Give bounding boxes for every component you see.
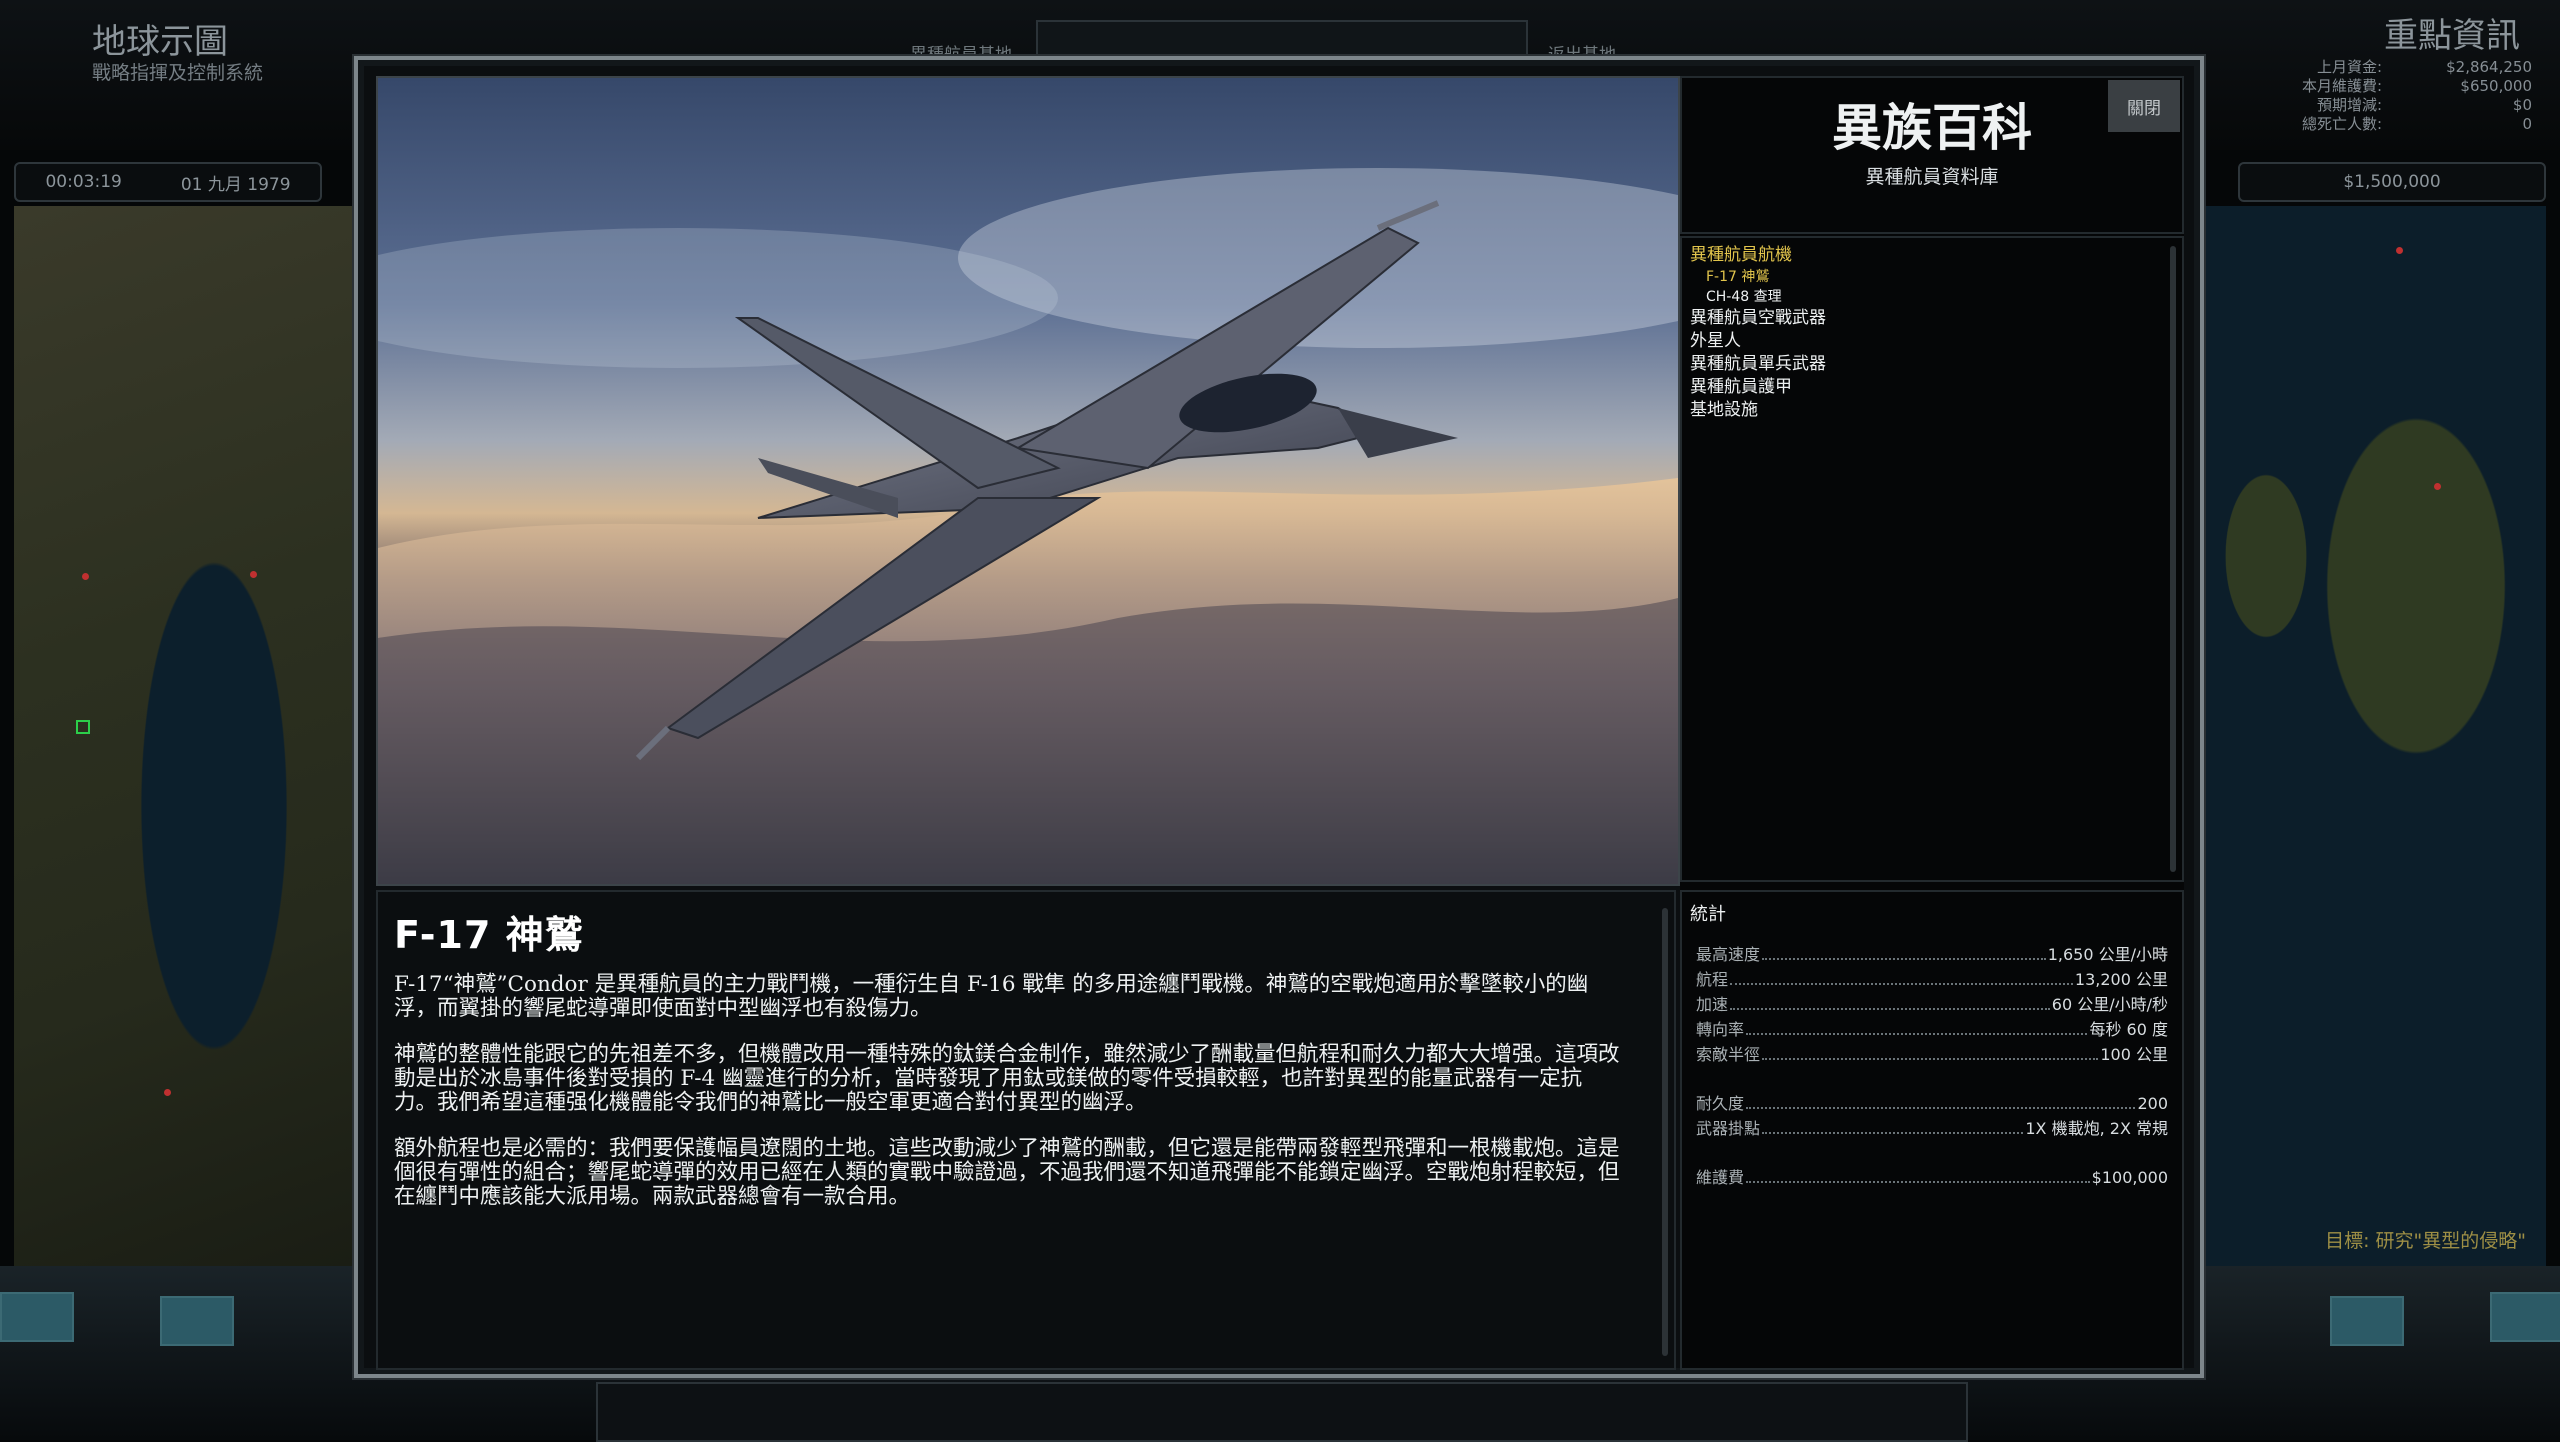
stat-row: 耐久度 200 <box>1696 1094 2168 1113</box>
category-tree: 異種航員航機 F-17 神鷲 CH-48 查理 異種航員空戰武器 外星人 異種航… <box>1680 236 2184 882</box>
hud-subtitle: 戰略指揮及控制系統 <box>92 62 264 84</box>
console-screen <box>2330 1296 2404 1346</box>
map-marker[interactable] <box>164 1086 175 1099</box>
tree-entry-ch48-charlie[interactable]: CH-48 查理 <box>1690 287 2174 307</box>
description-panel: F-17 神鷲 F-17“神鷲”Condor 是異種航員的主力戰鬥機，一種衍生自… <box>376 890 1676 1370</box>
tree-scrollbar[interactable] <box>2170 246 2176 872</box>
hud-title: 地球示圖 <box>92 22 228 62</box>
map-marker[interactable] <box>82 570 93 583</box>
console-screen <box>0 1292 74 1342</box>
description-paragraph: 額外航程也是必需的：我們要保護幅員遼闊的土地。這些改動減少了神鷲的酬載，但它還是… <box>394 1136 1620 1209</box>
jet-illustration <box>378 168 1678 884</box>
description-paragraph: F-17“神鷲”Condor 是異種航員的主力戰鬥機，一種衍生自 F-16 戰隼… <box>394 972 1589 1021</box>
tree-category-xcom-craft[interactable]: 異種航員航機 <box>1690 244 2174 267</box>
stat-row: 維護費 $100,000 <box>1696 1168 2168 1187</box>
sidebar-header: 異族百科 異種航員資料庫 關閉 <box>1680 76 2184 234</box>
stat-row: 轉向率 每秒 60 度 <box>1696 1020 2168 1039</box>
encyclopedia-dialog: 異族百科 異種航員資料庫 關閉 異種航員航機 F-17 神鷲 CH-48 查理 … <box>354 56 2204 1378</box>
tree-category-infantry-weapons[interactable]: 異種航員單兵武器 <box>1690 353 2174 376</box>
objective-text: 目標: 研究"異型的侵略" <box>2325 1230 2526 1252</box>
map-marker[interactable] <box>2434 480 2445 493</box>
tree-category-air-weapons[interactable]: 異種航員空戰武器 <box>1690 307 2174 330</box>
tree-category-facilities[interactable]: 基地設施 <box>1690 399 2174 422</box>
console-screen <box>160 1296 234 1346</box>
map-marker[interactable] <box>250 568 261 581</box>
bottom-control-bar <box>596 1382 1968 1442</box>
craft-name: F-17 神鷲 <box>394 913 584 957</box>
tree-entry-f17-condor[interactable]: F-17 神鷲 <box>1690 267 2174 287</box>
tree-category-aliens[interactable]: 外星人 <box>1690 330 2174 353</box>
craft-image <box>376 76 1680 886</box>
stat-row: 最高速度 1,650 公里/小時 <box>1696 945 2168 964</box>
finance-summary: 上月資金: $2,864,250 本月維護費: $650,000 預期增減: $0 總… <box>2301 58 2532 133</box>
stat-row: 武器掛點 1X 機載炮, 2X 常規 <box>1696 1119 2168 1138</box>
stats-panel: 統計 最高速度 1,650 公里/小時 航程 13,200 公里 加速 60 公里/小… <box>1680 890 2184 1370</box>
geoscape-map-left[interactable] <box>14 206 354 1266</box>
stat-row: 加速 60 公里/小時/秒 <box>1696 995 2168 1014</box>
close-button[interactable]: 關閉 <box>2108 80 2180 132</box>
dialog-title: 異族百科 <box>1832 99 2032 157</box>
description-paragraph: 神鷲的整體性能跟它的先祖差不多，但機體改用一種特殊的鈦鎂合金制作，雖然減少了酬載… <box>394 1042 1620 1115</box>
hud-right-title: 重點資訊 <box>2384 16 2520 56</box>
funds-display: $1,500,000 <box>2238 162 2546 202</box>
dialog-subtitle: 異種航員資料庫 <box>1865 166 1999 188</box>
description-scrollbar[interactable] <box>1662 908 1668 1356</box>
console-screen <box>2490 1292 2560 1342</box>
tree-category-armor[interactable]: 異種航員護甲 <box>1690 376 2174 399</box>
funds-value: $1,500,000 <box>2343 172 2441 192</box>
map-marker[interactable] <box>2396 244 2407 257</box>
stats-heading: 統計 <box>1690 904 1726 925</box>
game-time: 00:03:19 <box>45 172 122 192</box>
stat-row: 索敵半徑 100 公里 <box>1696 1045 2168 1064</box>
stat-row: 航程 13,200 公里 <box>1696 970 2168 989</box>
game-date: 01 九月 1979 <box>180 174 291 195</box>
time-display[interactable]: 00:03:19 01 九月 1979 <box>14 162 322 202</box>
base-marker-icon[interactable] <box>76 720 90 734</box>
geoscape-map-right[interactable] <box>2206 206 2546 1266</box>
